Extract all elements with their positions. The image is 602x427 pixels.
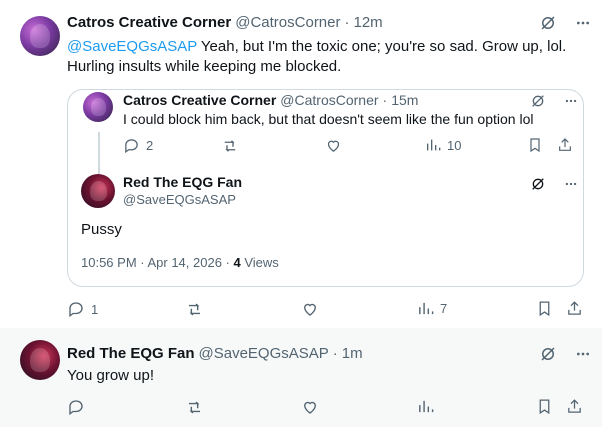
bookmark-icon xyxy=(527,137,543,153)
grok-icon[interactable] xyxy=(530,176,546,192)
author-handle[interactable]: @CatrosCorner xyxy=(280,92,378,108)
quote-parent-actions: 2 10 xyxy=(123,137,573,157)
avatar[interactable] xyxy=(20,340,60,380)
reply-button[interactable] xyxy=(67,398,85,416)
reply-icon xyxy=(67,398,85,416)
reply-tweet[interactable]: Red The EQG Fan @SaveEQGsASAP · 1m You g… xyxy=(0,328,602,427)
avatar[interactable] xyxy=(83,92,113,122)
post-timestamp[interactable]: 10:56 PM · Apr 14, 2026 · xyxy=(81,255,233,270)
views-button[interactable]: 10 xyxy=(425,137,461,153)
grok-icon[interactable] xyxy=(530,93,546,109)
grok-icon[interactable] xyxy=(539,14,557,32)
views-icon xyxy=(417,300,434,317)
share-button[interactable] xyxy=(557,137,573,153)
views-label: Views xyxy=(240,255,279,270)
like-icon xyxy=(301,300,319,318)
quote-parent-header: Catros Creative Corner @CatrosCorner · 1… xyxy=(123,92,418,108)
author-handle[interactable]: @CatrosCorner xyxy=(235,14,340,31)
quoted-tweet-card[interactable]: Catros Creative Corner @CatrosCorner · 1… xyxy=(67,89,584,287)
grok-icon[interactable] xyxy=(539,345,557,363)
author-name[interactable]: Catros Creative Corner xyxy=(67,14,231,31)
author-name[interactable]: Catros Creative Corner xyxy=(123,92,276,108)
reply-icon xyxy=(123,137,140,154)
reply-count: 1 xyxy=(91,301,99,317)
share-icon xyxy=(566,398,583,415)
views-count: 4 xyxy=(233,255,241,270)
retweet-button[interactable] xyxy=(221,137,239,155)
tweet-header: Catros Creative Corner @CatrosCorner · 1… xyxy=(67,14,383,31)
reply-button[interactable]: 2 xyxy=(123,137,153,154)
more-icon[interactable] xyxy=(575,346,591,362)
more-icon[interactable] xyxy=(564,177,578,191)
quote-parent-top-icons xyxy=(530,93,578,109)
quote-child-meta: 10:56 PM · Apr 14, 2026 · 4 Views xyxy=(81,255,279,270)
like-button[interactable] xyxy=(301,398,319,416)
views-icon xyxy=(425,137,441,153)
reply-button[interactable]: 1 xyxy=(67,300,98,318)
quote-child-top-icons xyxy=(530,176,578,192)
retweet-icon xyxy=(185,300,204,319)
quote-child-header: Red The EQG Fan @SaveEQGsASAP xyxy=(123,174,242,207)
like-button[interactable] xyxy=(301,300,319,318)
timestamp[interactable]: 12m xyxy=(354,14,383,31)
retweet-icon xyxy=(221,137,239,155)
share-icon xyxy=(566,300,583,317)
retweet-icon xyxy=(185,398,204,417)
views-count: 7 xyxy=(440,301,448,316)
mention-link[interactable]: @SaveEQGsASAP xyxy=(67,38,197,55)
tweet-top-icons xyxy=(539,14,591,32)
author-name[interactable]: Red The EQG Fan xyxy=(67,345,195,362)
author-handle[interactable]: @SaveEQGsASAP xyxy=(199,345,329,362)
share-button[interactable] xyxy=(566,398,583,415)
like-button[interactable] xyxy=(325,137,342,154)
timestamp[interactable]: 15m xyxy=(391,92,418,108)
tweet-actions xyxy=(67,398,587,418)
main-tweet[interactable]: Catros Creative Corner @CatrosCorner · 1… xyxy=(0,0,602,328)
share-icon xyxy=(557,137,573,153)
avatar[interactable] xyxy=(20,16,60,56)
reply-icon xyxy=(67,300,85,318)
reply-count: 2 xyxy=(146,138,154,153)
views-count: 10 xyxy=(447,137,462,153)
separator: · xyxy=(344,14,350,31)
quote-parent-text: I could block him back, but that doesn't… xyxy=(123,111,534,127)
bookmark-button[interactable] xyxy=(536,300,553,317)
more-icon[interactable] xyxy=(575,15,591,31)
views-button[interactable]: 7 xyxy=(417,300,447,317)
views-button[interactable] xyxy=(417,398,434,415)
quote-child-text: Pussy xyxy=(81,221,122,238)
bookmark-icon xyxy=(536,398,553,415)
tweet-actions: 1 7 xyxy=(67,300,587,320)
views-icon xyxy=(417,398,434,415)
tweet-text: You grow up! xyxy=(67,367,155,384)
tweet-top-icons xyxy=(539,345,591,363)
retweet-button[interactable] xyxy=(185,398,204,417)
avatar[interactable] xyxy=(81,174,115,208)
bookmark-button[interactable] xyxy=(527,137,543,153)
more-icon[interactable] xyxy=(564,94,578,108)
retweet-button[interactable] xyxy=(185,300,204,319)
like-icon xyxy=(301,398,319,416)
timestamp[interactable]: 1m xyxy=(342,345,363,362)
like-icon xyxy=(325,137,342,154)
author-name[interactable]: Red The EQG Fan xyxy=(123,174,242,190)
separator: · xyxy=(382,92,388,108)
share-button[interactable] xyxy=(566,300,583,317)
bookmark-button[interactable] xyxy=(536,398,553,415)
author-handle[interactable]: @SaveEQGsASAP xyxy=(123,192,242,207)
bookmark-icon xyxy=(536,300,553,317)
separator: · xyxy=(332,345,338,362)
tweet-header: Red The EQG Fan @SaveEQGsASAP · 1m xyxy=(67,345,363,362)
tweet-text: @SaveEQGsASAP Yeah, but I'm the toxic on… xyxy=(67,37,587,77)
